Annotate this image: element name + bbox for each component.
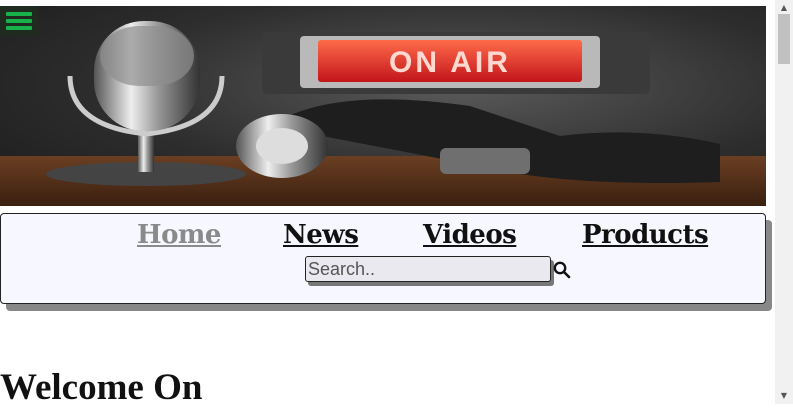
hamburger-menu-icon[interactable]: [0, 6, 38, 36]
scroll-down-arrow-icon[interactable]: ▼: [775, 388, 793, 404]
studio-microphone-headphones-illustration: ON AIR: [0, 21, 766, 206]
main-navigation: Home News Videos Products: [0, 213, 766, 304]
nav-link-home[interactable]: Home: [137, 220, 221, 250]
page-heading: Welcome On: [0, 367, 203, 408]
search-icon[interactable]: [553, 261, 571, 279]
nav-link-products[interactable]: Products: [582, 220, 709, 250]
nav-link-videos[interactable]: Videos: [423, 220, 517, 250]
scrollbar-thumb[interactable]: [778, 14, 790, 64]
nav-link-news[interactable]: News: [283, 220, 359, 250]
on-air-sign-text: ON AIR: [389, 46, 511, 79]
hero-image: ON AIR: [0, 6, 766, 206]
vertical-scrollbar[interactable]: ▲ ▼: [775, 0, 793, 404]
search-input[interactable]: [305, 256, 551, 282]
